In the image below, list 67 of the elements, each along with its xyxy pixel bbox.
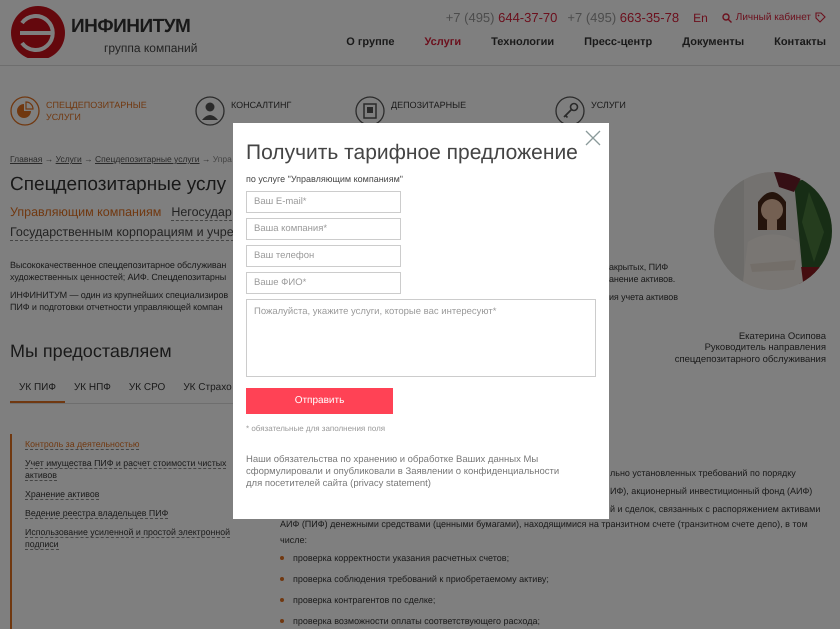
breadcrumb-separator: → [84, 154, 93, 164]
paragraph-text: анение активов. [609, 273, 676, 285]
page-title: Спецдепозитарные услу [10, 174, 228, 197]
service-link[interactable]: СПЕЦДЕПОЗИТАРНЫЕ УСЛУГИ [46, 100, 156, 124]
close-button[interactable] [585, 130, 601, 146]
tab[interactable]: УК СРО [120, 376, 174, 403]
side-menu-link[interactable]: Ведение реестра владельцев ПИФ [25, 506, 237, 519]
logo-text: ИНФИНИТУМ [71, 16, 192, 39]
breadcrumb-link[interactable]: Главная [10, 154, 42, 164]
input-field[interactable]: Ваш телефон [246, 244, 401, 267]
paragraph-text: ПИФ и подготовки отчетности управляющей компан [10, 300, 224, 313]
breadcrumb-separator: → [44, 154, 54, 164]
account-link[interactable]: Личный кабинет [736, 12, 811, 24]
input-field[interactable]: Ваше ФИО* [246, 272, 401, 294]
side-menu-link[interactable]: Использование усиленной и простой электронной подписи [25, 526, 237, 550]
language-link[interactable]: En [693, 10, 708, 25]
client-link[interactable]: Негосудар [171, 204, 232, 221]
list-item-text: проверка корректности указания расчетных счетов; [293, 552, 510, 565]
dialog-title: Получить тарифное предложение [246, 140, 579, 166]
breadcrumb-link[interactable]: Услуги [56, 154, 82, 164]
paragraph-text: ия учета активов [609, 291, 679, 303]
side-menu-link[interactable]: Учет имущества ПИФ и расчет стоимости чистых активов [25, 456, 237, 481]
list-item-text: проверка соблюдения требований к приобретаемому активу; [293, 572, 549, 586]
section-heading: Мы предоставляем [10, 340, 173, 363]
nav-link[interactable]: О группе [346, 36, 395, 49]
nav-link[interactable]: Документы [682, 36, 744, 49]
contact-name: Екатерина Осипова [738, 331, 826, 342]
input-field[interactable]: Ваша компания* [246, 218, 401, 240]
breadcrumb-separator: → [202, 154, 210, 164]
breadcrumb-link[interactable]: Спецдепозитарные услуги [95, 154, 200, 164]
logo-tagline: группа компаний [104, 40, 198, 56]
paragraph-text: ИНФИНИТУМ — один из крупнейших специализиров [10, 288, 230, 301]
dialog-subtitle: по услуге "Управляющим компаниям" [246, 174, 404, 185]
service-link[interactable]: КОНСАЛТИНГ [231, 100, 341, 112]
breadcrumb-current: Упра [212, 154, 232, 164]
tab[interactable]: УК ПИФ [10, 376, 65, 403]
search-icon [722, 12, 732, 23]
paragraph-text: й и сделок, связанных с распоряжением активами [610, 502, 822, 516]
side-menu-link[interactable]: Хранение активов [25, 488, 237, 500]
paragraph-text: акрытых, ПИФ [609, 261, 670, 273]
tag-icon [815, 12, 826, 24]
tab[interactable]: УК НПФ [64, 376, 120, 403]
client-link[interactable]: Управляющим компаниям [10, 204, 162, 221]
message-field[interactable]: Пожалуйста, укажите услуги, которые вас интересуют* [246, 298, 596, 377]
paragraph-text: АИФ (ПИФ) денежными средствами (ценными бумагами), находящимися на транзитном счете (транзитном счете депо), в том числе: [280, 518, 809, 547]
privacy-note: Наши обязательства по хранению и обработке Ваших данных Мы сформулировали и опубликовали в Заявлении о конфиденциальности для посетителей сайта (privacy statement) [246, 454, 560, 490]
bullet-icon [280, 556, 284, 560]
paragraph-text: ИФ), акционерный инвестиционный фонд (АИФ) [610, 484, 814, 498]
bullet-icon [280, 619, 284, 624]
list-item-text: проверка возможности оплаты соответствующего расхода; [293, 614, 540, 628]
submit-button[interactable]: Отправить [246, 388, 393, 414]
bullet-icon [280, 577, 284, 582]
input-field[interactable]: Ваш E-mail* [246, 190, 401, 213]
contact-position: Руководитель направления спецдепозитарного обслуживания [674, 342, 826, 366]
paragraph-text: Высококачественное спецдепозитарное обслуживан [10, 258, 228, 271]
bullet-icon [280, 598, 284, 602]
nav-link[interactable]: Услуги [424, 36, 462, 49]
nav-link[interactable]: Контакты [774, 36, 826, 49]
paragraph-text: художественных ценностей; АИФ. Спецдепозитарны [10, 270, 228, 283]
list-item-text: проверка контрагентов по сделке; [293, 594, 436, 607]
nav-link[interactable]: Технологии [491, 36, 554, 49]
paragraph-text: льно установленных требований по порядку [610, 466, 797, 480]
nav-link[interactable]: Пресс-центр [584, 36, 652, 49]
service-link[interactable]: ДЕПОЗИТАРНЫЕ [391, 100, 501, 112]
service-link[interactable]: УСЛУГИ [591, 100, 675, 112]
side-menu-link[interactable]: Контроль за деятельностью [25, 438, 237, 450]
required-note: * обязательные для заполнения поля [246, 424, 386, 434]
